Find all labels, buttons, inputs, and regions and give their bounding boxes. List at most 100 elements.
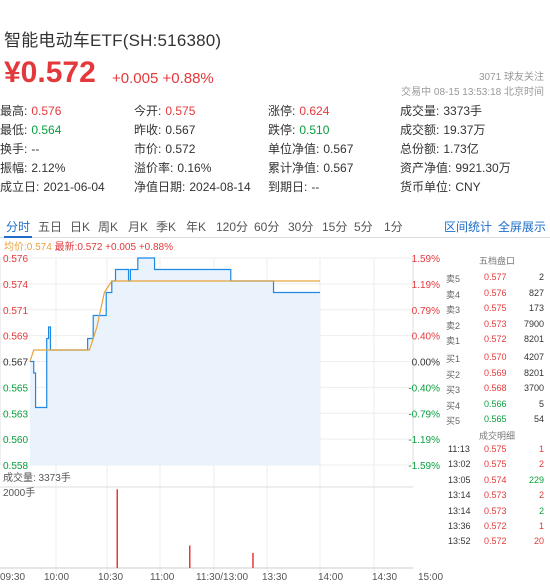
orderbook-row: 买3 0.568 3700 [446, 383, 546, 397]
stat-item: 跌停: 0.510 [268, 121, 329, 138]
stat-item: 总份额: 1.73亿 [400, 140, 479, 157]
stat-item: 到期日: -- [268, 178, 319, 195]
tab-4[interactable]: 月K [128, 218, 148, 235]
tab-11[interactable]: 5分 [354, 218, 373, 235]
stat-label: 昨收: [134, 123, 162, 137]
tab-12[interactable]: 1分 [384, 218, 403, 235]
stat-value: 2.12% [31, 161, 66, 175]
stat-value: 0.567 [323, 142, 354, 156]
book-qty: 4207 [523, 352, 544, 362]
trade-price: 0.573 [484, 505, 507, 516]
trade-price: 0.574 [484, 474, 507, 485]
pct-tick-label: 1.19% [412, 280, 440, 291]
stat-value: 0.575 [165, 104, 196, 118]
price-tick-label: 0.560 [3, 435, 28, 446]
stat-item: 振幅: 2.12% [0, 159, 65, 176]
price-area [30, 258, 320, 465]
stat-item: 货币单位: CNY [400, 178, 481, 195]
stat-label: 成交量: [400, 104, 440, 118]
interval-stats-link[interactable]: 区间统计 [444, 218, 492, 235]
fullscreen-link[interactable]: 全屏展示 [498, 218, 546, 235]
orderbook-title: 五档盘口 [478, 256, 515, 266]
volume-label: 成交量: 3373手 [3, 471, 71, 484]
book-price: 0.565 [484, 414, 507, 425]
tab-9[interactable]: 30分 [288, 218, 313, 235]
stat-item: 最高: 0.576 [0, 102, 61, 119]
x-tick-label: 14:30 [372, 572, 398, 583]
x-tick-label: 14:00 [318, 572, 344, 583]
stat-label: 成交额: [400, 123, 440, 137]
intraday-chart[interactable]: 0.576 0.574 0.571 0.569 0.567 0.565 0.563 0.560… [0, 250, 444, 572]
stat-item: 单位净值: 0.567 [268, 140, 353, 157]
tab-5[interactable]: 季K [156, 218, 176, 235]
book-price: 0.576 [484, 287, 507, 298]
stat-label: 到期日: [268, 180, 308, 194]
tab-7[interactable]: 120分 [216, 218, 248, 235]
tab-1[interactable]: 五日 [38, 218, 62, 235]
book-price: 0.570 [484, 352, 507, 362]
tab-6[interactable]: 年K [186, 218, 206, 235]
tab-3[interactable]: 周K [98, 218, 118, 235]
trade-price: 0.572 [484, 521, 507, 531]
book-price: 0.572 [484, 334, 507, 345]
stat-value: 0.572 [165, 142, 196, 156]
price-tick-label: 0.571 [3, 306, 28, 317]
trade-time: 13:14 [448, 490, 471, 501]
x-tick-label: 15:00 [418, 572, 444, 583]
tab-2[interactable]: 日K [70, 218, 90, 235]
tab-10[interactable]: 15分 [322, 218, 347, 235]
orderbook-row: 卖5 0.577 2 [446, 272, 546, 286]
book-price: 0.573 [484, 318, 507, 329]
stat-label: 今开: [134, 104, 162, 118]
trade-qty: 229 [528, 474, 544, 485]
stat-value: 0.510 [299, 123, 330, 137]
stat-label: 单位净值: [268, 142, 320, 156]
price-tick-label: 0.563 [3, 409, 28, 420]
trading-status: 交易中 08-15 13:53:18 北京时间 [401, 87, 544, 98]
book-label: 买4 [446, 400, 461, 411]
page-title: 智能电动车ETF(SH:516380) [4, 31, 222, 50]
book-label: 卖4 [446, 289, 461, 300]
stat-label: 跌停: [268, 123, 296, 137]
stat-label: 总份额: [400, 142, 440, 156]
tab-8[interactable]: 60分 [254, 218, 279, 235]
book-price: 0.568 [484, 383, 507, 394]
stat-label: 最高: [0, 104, 28, 118]
trade-time: 11:13 [448, 444, 470, 454]
book-label: 买5 [446, 416, 461, 427]
pct-tick-label: -1.19% [408, 435, 440, 446]
stat-label: 资产净值: [400, 161, 452, 175]
trade-row: 13:05 0.574 229 [448, 475, 546, 490]
tab-0[interactable]: 分时 [6, 218, 30, 235]
stat-item: 溢价率: 0.16% [134, 159, 211, 176]
trade-row: 13:14 0.573 2 [448, 490, 546, 505]
stat-item: 换手: -- [0, 140, 39, 157]
follower-count[interactable]: 3071 球友关注 [479, 68, 544, 83]
price-tick-label: 0.558 [3, 461, 28, 472]
price-tick-label: 0.576 [3, 254, 28, 265]
price-tick-label: 0.565 [3, 383, 28, 394]
price-tick-label: 0.567 [3, 358, 28, 369]
orderbook-row: 买1 0.570 4207 [446, 352, 546, 366]
trade-row: 11:13 0.575 1 [448, 444, 546, 459]
trade-qty: 2 [538, 505, 544, 516]
orderbook-row: 买4 0.566 5 [446, 399, 546, 413]
stat-value: 2021-06-04 [43, 180, 105, 194]
stat-item: 资产净值: 9921.30万 [400, 159, 511, 176]
pct-tick-label: 1.59% [412, 254, 440, 265]
trade-row: 13:14 0.573 2 [448, 506, 546, 521]
volume-bar [116, 489, 119, 568]
trade-time: 13:02 [448, 459, 471, 470]
stat-item: 累计净值: 0.567 [268, 159, 353, 176]
trade-row: 13:36 0.572 1 [448, 521, 546, 536]
stat-label: 货币单位: [400, 180, 452, 194]
trade-row: 13:52 0.572 20 [448, 536, 546, 551]
trade-price: 0.575 [484, 444, 507, 454]
stat-value: 0.624 [299, 104, 330, 118]
current-price: ¥0.572 [4, 56, 96, 89]
trade-qty: 1 [538, 521, 544, 531]
stat-value: 9921.30万 [455, 161, 511, 175]
trade-row: 13:02 0.575 2 [448, 459, 546, 474]
trade-time: 13:36 [448, 521, 471, 531]
stat-item: 今开: 0.575 [134, 102, 195, 119]
